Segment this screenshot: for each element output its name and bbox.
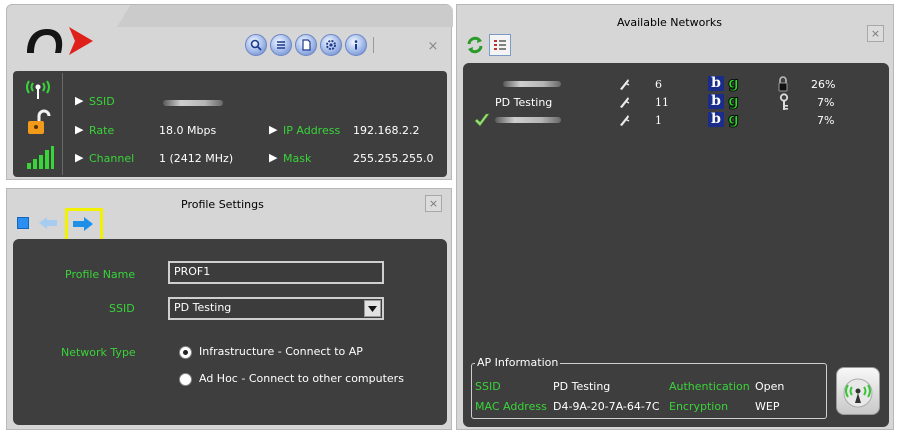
channel-icon (617, 113, 631, 127)
connected-check-icon (473, 112, 491, 128)
stop-icon[interactable] (17, 217, 29, 229)
ssid-field-label: SSID (109, 302, 135, 315)
ap-information-legend: AP Information (475, 356, 561, 369)
infrastructure-radio[interactable] (179, 346, 192, 359)
mask-label: Mask (283, 152, 312, 165)
network-channel: 1 (655, 114, 662, 127)
signal-strength: 26% (811, 78, 836, 91)
lock-icon (777, 76, 789, 92)
details-view-icon[interactable] (489, 34, 511, 56)
wireless-signal-icon (23, 75, 53, 103)
brand-logo (21, 23, 101, 59)
ssid-value-redacted (163, 100, 223, 106)
rate-value: 18.0 Mbps (159, 124, 217, 137)
page-icon[interactable] (295, 34, 317, 56)
ap-mac-value: D4-9A-20-7A-64-7C (553, 400, 660, 413)
ssid-arrow-icon: ▶ (75, 94, 84, 107)
gear-icon[interactable] (320, 34, 342, 56)
ssid-select[interactable]: PD Testing (168, 297, 384, 320)
profile-name-input[interactable]: PROF1 (168, 261, 384, 284)
channel-value: 1 (2412 MHz) (159, 152, 234, 165)
network-channel: 11 (655, 96, 669, 109)
rate-arrow-icon: ▶ (75, 123, 84, 136)
network-type-label: Network Type (61, 346, 136, 359)
ip-address-label: IP Address (283, 124, 341, 137)
key-icon (778, 93, 790, 111)
mask-arrow-icon: ▶ (269, 151, 278, 164)
wireless-connect-icon (843, 378, 873, 408)
chevron-down-icon[interactable] (364, 300, 381, 317)
mode-b-badge: b (708, 76, 724, 91)
ap-ssid-label: SSID (475, 380, 501, 393)
close-icon[interactable]: × (425, 39, 441, 55)
mode-b-badge: b (708, 112, 724, 127)
list-icon[interactable] (270, 34, 292, 56)
available-networks-panel: Available Networks × 6 b g 26% PD Testin… (456, 4, 894, 430)
ap-ssid-value: PD Testing (553, 380, 611, 393)
header-tab (117, 5, 453, 27)
close-icon[interactable]: × (867, 25, 884, 42)
adhoc-radio[interactable] (179, 373, 192, 386)
search-icon[interactable] (245, 34, 267, 56)
toolbar-divider (373, 37, 374, 53)
status-panel: × ▶ SSID ▶ Rate 18.0 Mbps ▶ IP Address 1… (6, 4, 453, 180)
ap-authentication-label: Authentication (669, 380, 750, 393)
ip-address-value: 192.168.2.2 (353, 124, 420, 137)
mode-g-badge: g (728, 92, 740, 110)
mode-g-badge: g (728, 74, 740, 92)
unlock-icon (25, 109, 53, 137)
network-channel: 6 (655, 78, 662, 91)
network-name: PD Testing (495, 96, 553, 109)
status-info-area: ▶ SSID ▶ Rate 18.0 Mbps ▶ IP Address 192… (13, 71, 447, 177)
network-row[interactable]: 1 b g 7% (463, 111, 883, 129)
ip-arrow-icon: ▶ (269, 123, 278, 136)
channel-label: Channel (89, 152, 135, 165)
network-row[interactable]: 6 b g 26% (463, 75, 883, 93)
mask-value: 255.255.255.0 (353, 152, 434, 165)
rate-label: Rate (89, 124, 115, 137)
profile-name-label: Profile Name (65, 268, 136, 281)
profile-settings-title: Profile Settings (181, 198, 264, 211)
info-icon[interactable] (345, 34, 367, 56)
close-icon[interactable]: × (425, 195, 442, 212)
back-arrow-icon[interactable] (37, 215, 59, 231)
channel-icon (617, 95, 631, 109)
ap-authentication-value: Open (755, 380, 785, 393)
ap-mac-label: MAC Address (475, 400, 547, 413)
available-networks-title: Available Networks (617, 16, 722, 29)
network-name-redacted (503, 81, 561, 87)
ap-encryption-label: Encryption (669, 400, 729, 413)
signal-strength: 7% (817, 96, 835, 109)
profile-settings-panel: Profile Settings × Profile Name PROF1 SS… (6, 188, 452, 430)
signal-bars-icon (25, 145, 55, 171)
refresh-icon[interactable] (465, 35, 485, 55)
ap-encryption-value: WEP (755, 400, 780, 413)
profile-form-area: Profile Name PROF1 SSID PD Testing Netwo… (13, 239, 447, 425)
channel-icon (617, 77, 631, 91)
channel-arrow-icon: ▶ (75, 151, 84, 164)
forward-arrow-icon[interactable] (71, 215, 95, 233)
network-list[interactable]: 6 b g 26% PD Testing 11 b g 7% 1 b g 7% … (463, 63, 889, 427)
ssid-label: SSID (89, 95, 115, 108)
mode-g-badge: g (728, 110, 740, 128)
mode-b-badge: b (708, 94, 724, 109)
network-name-redacted (495, 117, 561, 123)
signal-strength: 7% (817, 114, 835, 127)
ssid-select-value: PD Testing (174, 301, 232, 314)
connect-button[interactable] (836, 367, 880, 415)
infrastructure-label: Infrastructure - Connect to AP (199, 345, 363, 358)
icon-column (17, 73, 63, 175)
network-row[interactable]: PD Testing 11 b g 7% (463, 93, 883, 111)
adhoc-label: Ad Hoc - Connect to other computers (199, 372, 404, 385)
